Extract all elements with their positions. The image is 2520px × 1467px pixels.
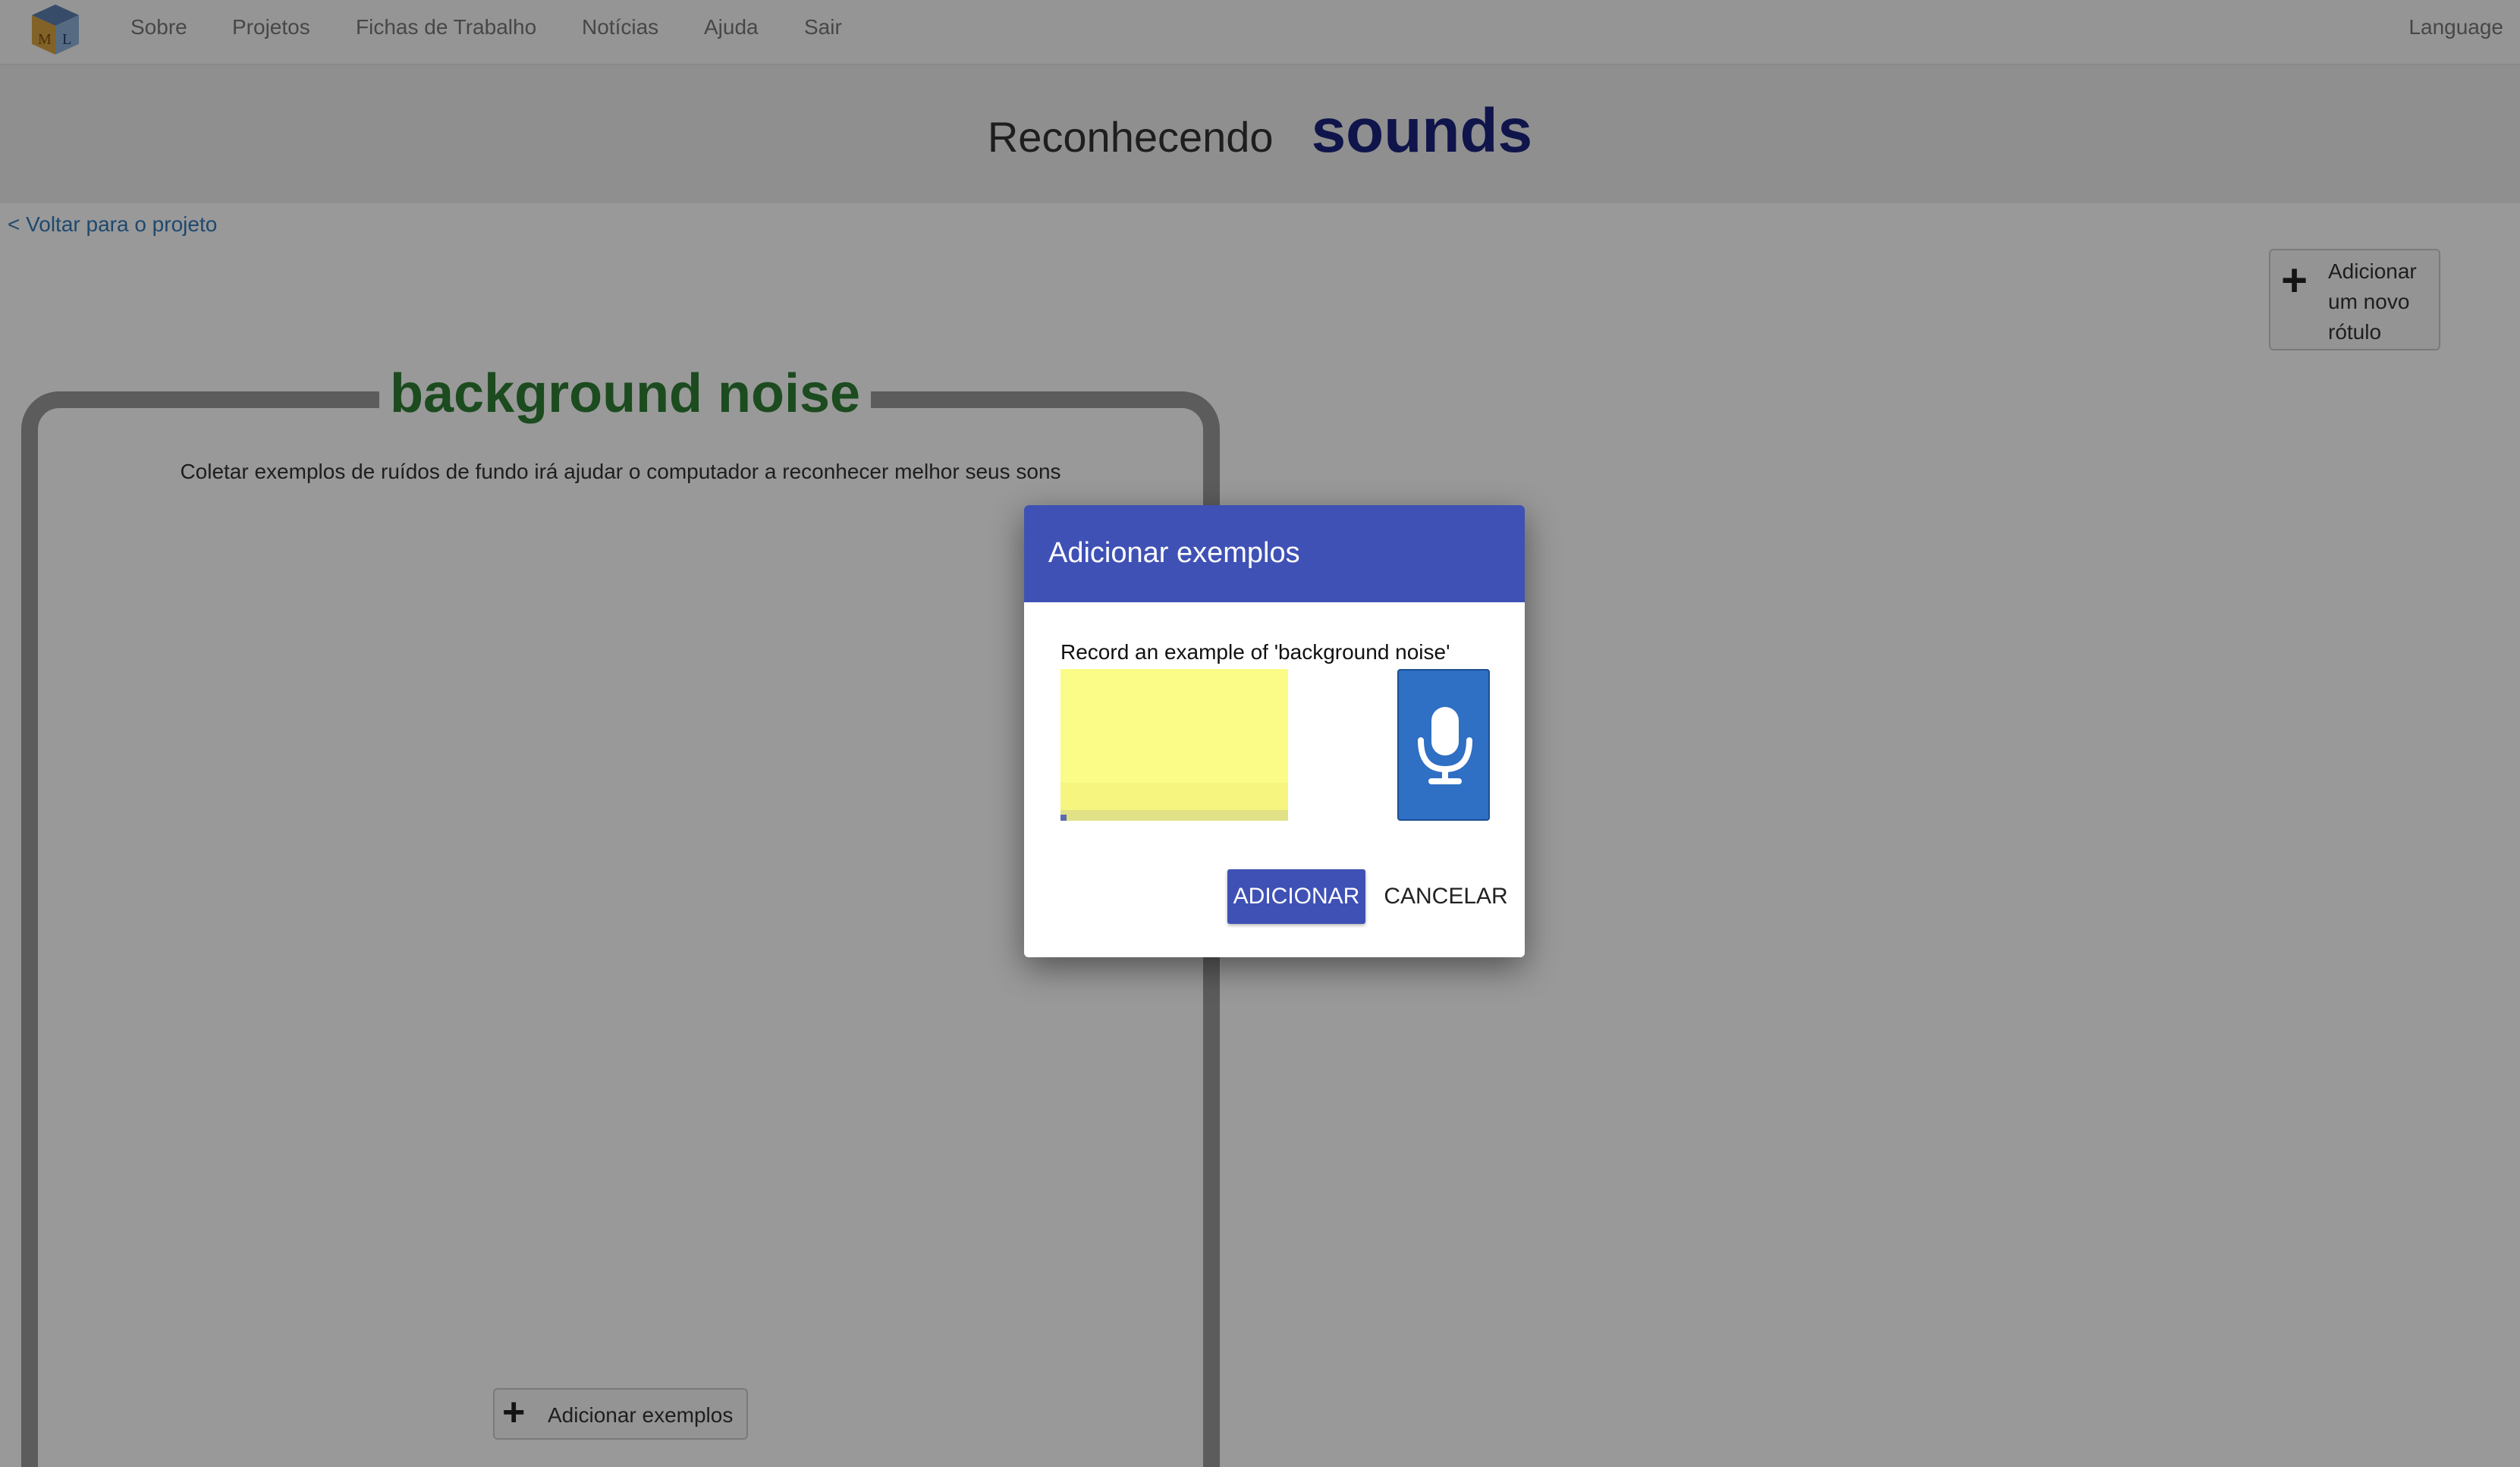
add-examples-dialog: Adicionar exemplos Record an example of … [1024, 505, 1525, 957]
dialog-header: Adicionar exemplos [1024, 505, 1525, 602]
page: M L Sobre Projetos Fichas de Trabalho No… [0, 0, 2520, 1467]
record-microphone-button[interactable] [1397, 669, 1490, 821]
cancel-button[interactable]: CANCELAR [1381, 869, 1511, 924]
microphone-icon [1418, 707, 1472, 784]
dialog-title: Adicionar exemplos [1048, 537, 1300, 569]
record-prompt: Record an example of 'background noise' [1060, 640, 1450, 664]
recorded-spectrogram [1060, 669, 1288, 821]
add-button[interactable]: ADICIONAR [1227, 869, 1365, 924]
